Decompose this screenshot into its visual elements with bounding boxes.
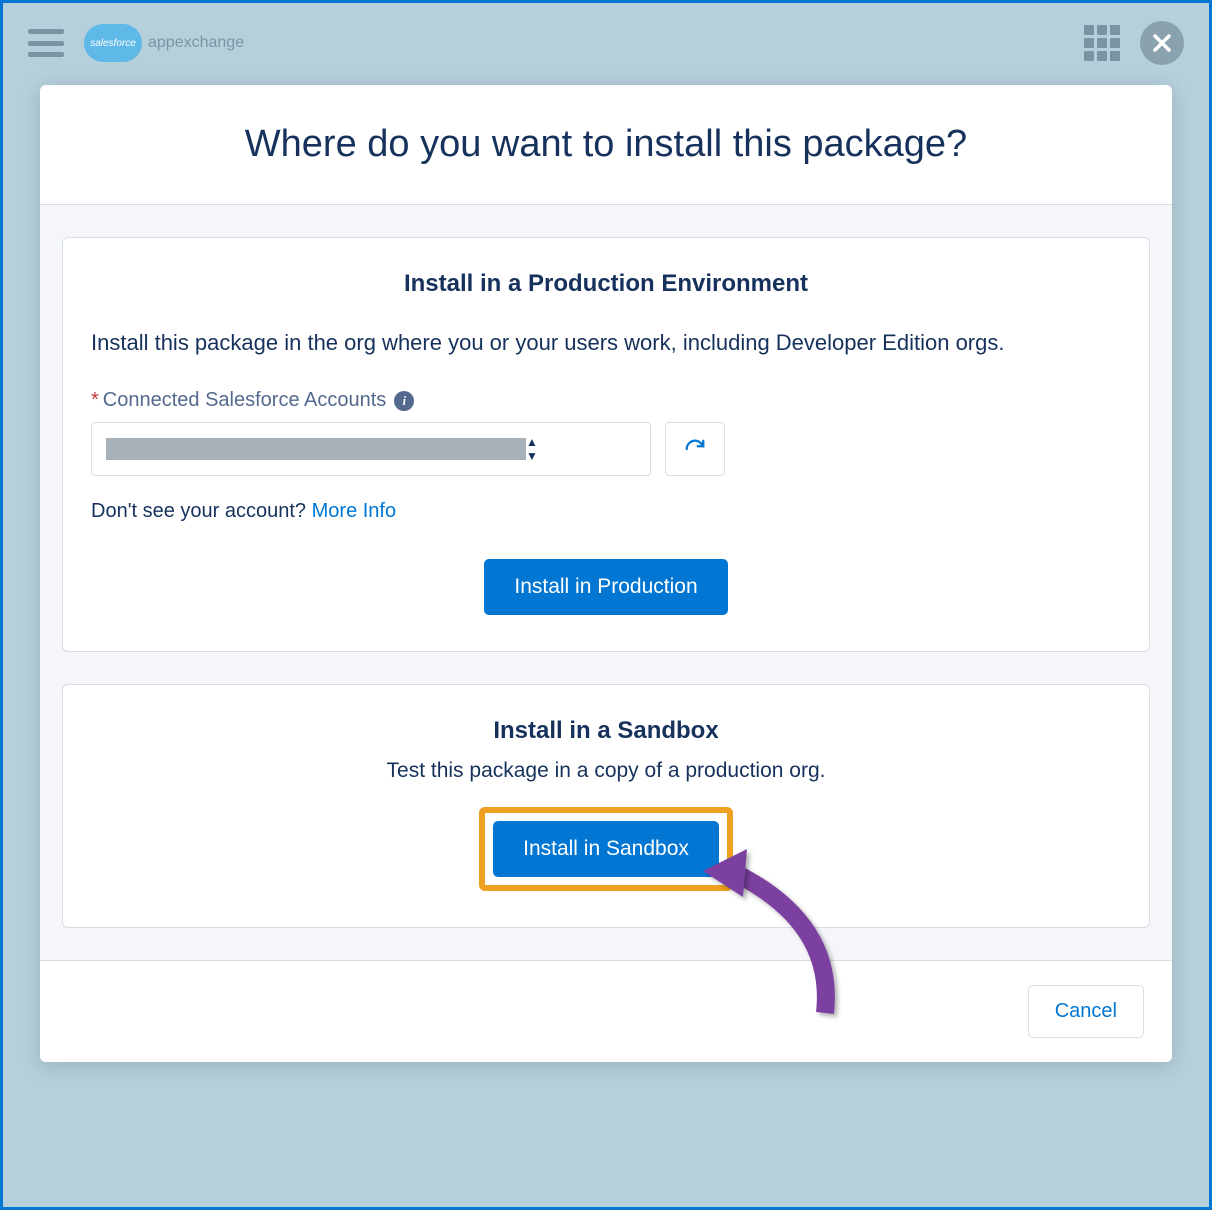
refresh-icon [684, 438, 706, 460]
production-description: Install this package in the org where yo… [91, 326, 1121, 359]
apps-grid-icon[interactable] [1084, 25, 1120, 61]
install-sandbox-button[interactable]: Install in Sandbox [493, 821, 719, 877]
modal-body: Install in a Production Environment Inst… [40, 205, 1172, 960]
highlight-annotation: Install in Sandbox [479, 807, 733, 891]
production-card: Install in a Production Environment Inst… [62, 237, 1150, 652]
sandbox-description: Test this package in a copy of a product… [91, 759, 1121, 783]
production-title: Install in a Production Environment [91, 270, 1121, 298]
accounts-field-label: *Connected Salesforce Accounts i [91, 389, 1121, 412]
modal-footer: Cancel [40, 960, 1172, 1062]
info-icon[interactable]: i [394, 391, 414, 411]
modal-title: Where do you want to install this packag… [40, 85, 1172, 205]
cancel-button[interactable]: Cancel [1028, 985, 1144, 1038]
install-production-button[interactable]: Install in Production [484, 559, 727, 615]
select-value-redacted [106, 438, 526, 460]
close-icon[interactable] [1140, 21, 1184, 65]
salesforce-cloud-icon: salesforce [84, 24, 142, 62]
more-info-link[interactable]: More Info [312, 500, 396, 522]
brand-suffix: appexchange [148, 34, 244, 52]
sandbox-card: Install in a Sandbox Test this package i… [62, 684, 1150, 928]
brand-logo: salesforce appexchange [84, 24, 244, 62]
help-text: Don't see your account? More Info [91, 500, 1121, 523]
menu-icon[interactable] [28, 29, 64, 57]
required-indicator: * [91, 389, 99, 411]
install-modal: Where do you want to install this packag… [40, 85, 1172, 1062]
accounts-select[interactable]: ▲▼ [91, 422, 651, 476]
select-arrows-icon: ▲▼ [526, 436, 538, 462]
refresh-button[interactable] [665, 422, 725, 476]
sandbox-title: Install in a Sandbox [91, 717, 1121, 745]
app-header: salesforce appexchange [3, 3, 1209, 83]
